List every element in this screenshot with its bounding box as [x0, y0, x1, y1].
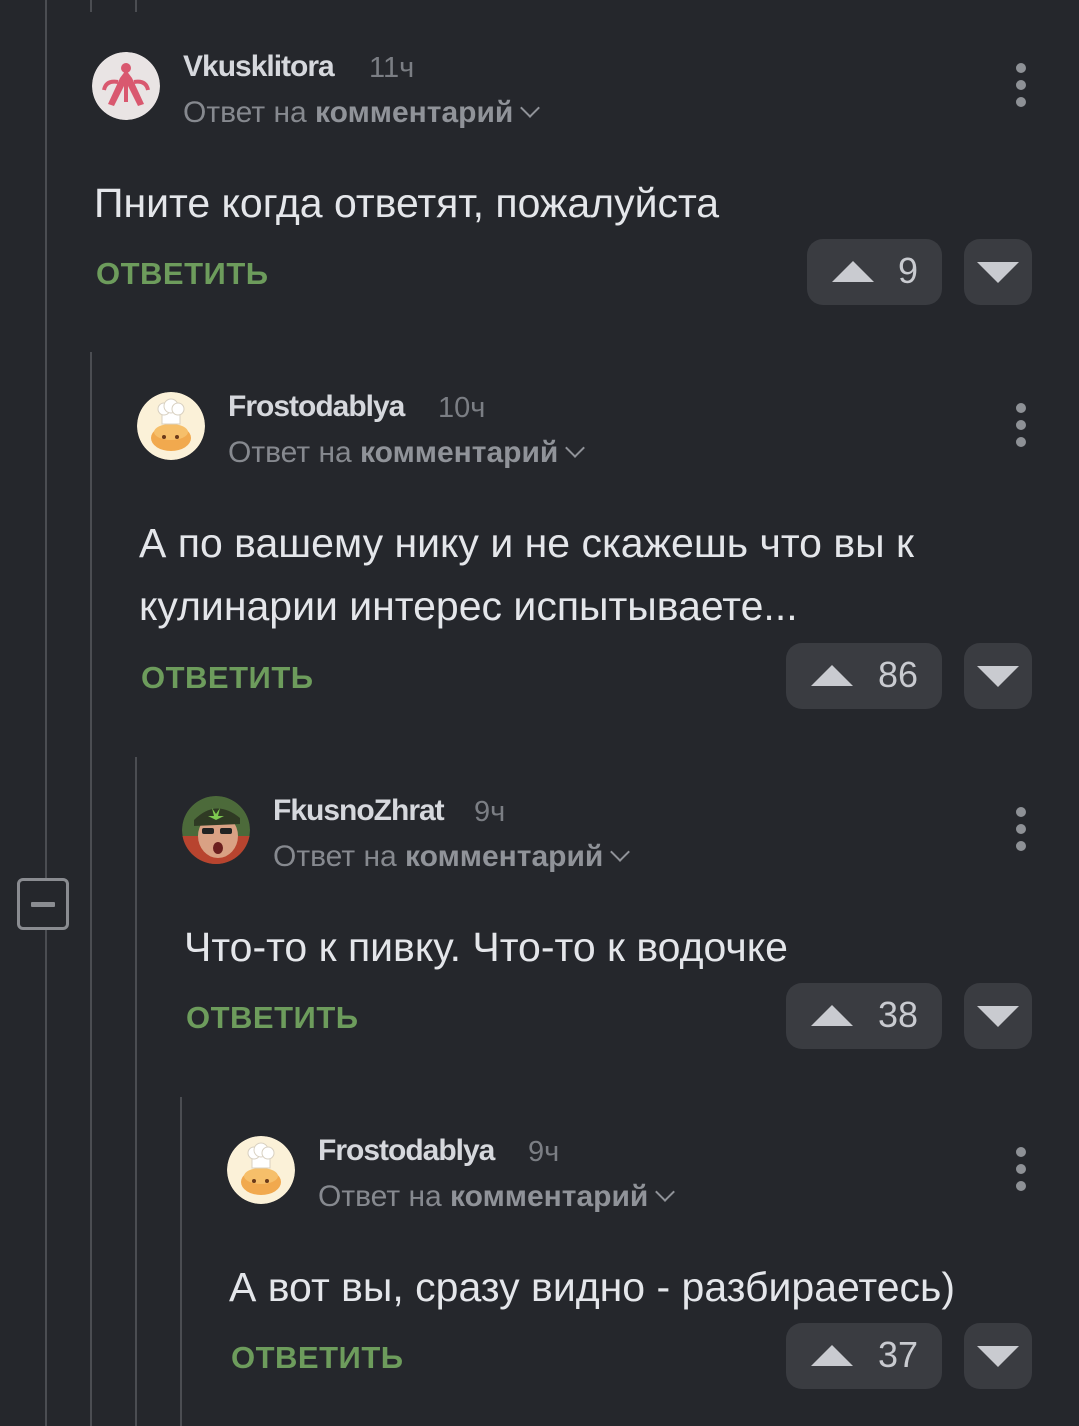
upvote-arrow-icon — [811, 1005, 853, 1026]
downvote-arrow-icon — [977, 1006, 1019, 1027]
more-options-button[interactable] — [1015, 63, 1027, 107]
comment-text-line: Что-то к пивку. Что-то к водочке — [184, 924, 788, 970]
dot-icon — [1016, 824, 1026, 834]
rating-count: 9 — [897, 250, 918, 291]
more-options-button[interactable] — [1015, 403, 1027, 447]
upvote-button[interactable]: 37 — [786, 1323, 942, 1389]
dot-icon — [1016, 1181, 1026, 1191]
comment-time: 9ч — [474, 796, 506, 828]
downvote-button[interactable] — [964, 983, 1032, 1049]
dot-icon — [1016, 1164, 1026, 1174]
reply-to-target: комментарий — [405, 840, 604, 873]
dot-icon — [1016, 403, 1026, 413]
dot-icon — [1016, 80, 1026, 90]
comment-text-line: А по вашему нику и не скажешь что вы к — [139, 520, 914, 566]
dot-icon — [1016, 1147, 1026, 1157]
thread-line — [90, 0, 92, 12]
reply-to-prefix: Ответ на — [273, 840, 397, 873]
comment-text: А вот вы, сразу видно - разбираетесь) — [229, 1256, 955, 1319]
minus-icon — [31, 902, 55, 907]
upvote-arrow-icon — [832, 261, 874, 282]
upvote-button[interactable]: 9 — [807, 239, 942, 305]
comment-time: 10ч — [438, 392, 486, 424]
thread-line — [135, 0, 137, 12]
reply-to-link[interactable]: Ответ на комментарий — [228, 436, 586, 470]
reply-button[interactable]: ОТВЕТИТЬ — [186, 1000, 359, 1036]
upvote-arrow-icon — [811, 665, 853, 686]
chevron-down-icon — [610, 842, 631, 862]
reply-button[interactable]: ОТВЕТИТЬ — [231, 1340, 404, 1376]
thread-line — [135, 757, 137, 1426]
comment-text-line: А вот вы, сразу видно - разбираетесь) — [229, 1264, 956, 1310]
comment-time: 11ч — [369, 52, 415, 84]
username[interactable]: Frostodablya — [228, 390, 405, 424]
reply-to-prefix: Ответ на — [318, 1180, 442, 1213]
downvote-button[interactable] — [964, 239, 1032, 305]
username[interactable]: Frostodablya — [318, 1134, 495, 1168]
pink-symbol-avatar-icon — [92, 52, 160, 120]
chef-bun-avatar-icon — [227, 1136, 295, 1204]
downvote-arrow-icon — [977, 666, 1019, 687]
reply-to-prefix: Ответ на — [228, 436, 352, 469]
chevron-down-icon — [655, 1182, 676, 1202]
comment-text: А по вашему нику и не скажешь что вы к к… — [139, 512, 914, 638]
thread-line — [45, 0, 47, 1426]
dot-icon — [1016, 97, 1026, 107]
more-options-button[interactable] — [1015, 1147, 1027, 1191]
avatar[interactable] — [227, 1136, 295, 1204]
rating-count: 38 — [877, 994, 918, 1035]
upvote-button[interactable]: 86 — [786, 643, 942, 709]
dot-icon — [1016, 420, 1026, 430]
downvote-button[interactable] — [964, 1323, 1032, 1389]
downvote-arrow-icon — [977, 262, 1019, 283]
collapse-thread-button[interactable] — [17, 878, 69, 930]
reply-to-target: комментарий — [360, 436, 559, 469]
downvote-arrow-icon — [977, 1346, 1019, 1367]
upvote-button[interactable]: 38 — [786, 983, 942, 1049]
comment-text: Пните когда ответят, пожалуйста — [94, 172, 719, 235]
dot-icon — [1016, 63, 1026, 73]
man-with-cap-avatar-icon — [182, 796, 250, 864]
reply-button[interactable]: ОТВЕТИТЬ — [96, 256, 269, 292]
username[interactable]: FkusnoZhrat — [273, 794, 445, 828]
chevron-down-icon — [565, 438, 586, 458]
thread-line — [180, 1097, 182, 1426]
downvote-button[interactable] — [964, 643, 1032, 709]
reply-button[interactable]: ОТВЕТИТЬ — [141, 660, 314, 696]
avatar[interactable] — [137, 392, 205, 460]
reply-to-target: комментарий — [315, 96, 514, 129]
dot-icon — [1016, 841, 1026, 851]
rating-count: 37 — [877, 1334, 918, 1375]
comment-text-line: кулинарии интерес испытываете... — [139, 583, 798, 629]
thread-line — [90, 352, 92, 1426]
dot-icon — [1016, 807, 1026, 817]
avatar[interactable] — [182, 796, 250, 864]
reply-to-link[interactable]: Ответ на комментарий — [273, 840, 631, 874]
username[interactable]: Vkusklitora — [183, 50, 335, 84]
upvote-arrow-icon — [811, 1345, 853, 1366]
reply-to-target: комментарий — [450, 1180, 649, 1213]
more-options-button[interactable] — [1015, 807, 1027, 851]
rating-count: 86 — [877, 654, 918, 695]
chevron-down-icon — [520, 98, 541, 118]
comment-time: 9ч — [528, 1136, 560, 1168]
reply-to-link[interactable]: Ответ на комментарий — [318, 1180, 676, 1214]
avatar[interactable] — [92, 52, 160, 120]
dot-icon — [1016, 437, 1026, 447]
chef-bun-avatar-icon — [137, 392, 205, 460]
comment-thread: Vkusklitora 11ч Ответ на комментарий Пни… — [0, 0, 1079, 1426]
comment-text: Что-то к пивку. Что-то к водочке — [184, 916, 788, 979]
reply-to-link[interactable]: Ответ на комментарий — [183, 96, 541, 130]
comment-text-line: Пните когда ответят, пожалуйста — [94, 180, 720, 226]
reply-to-prefix: Ответ на — [183, 96, 307, 129]
